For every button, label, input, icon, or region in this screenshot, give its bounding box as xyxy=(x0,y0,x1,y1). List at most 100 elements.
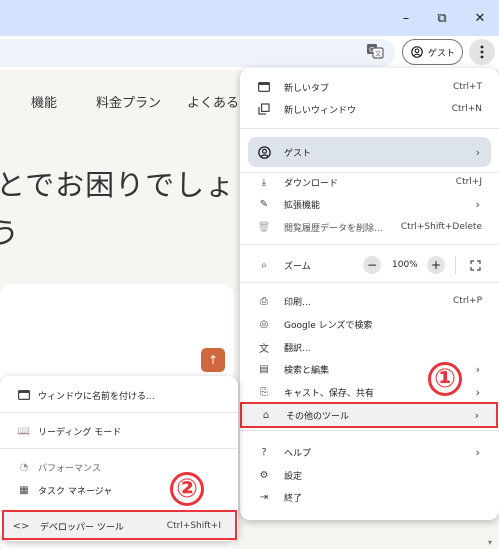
account-icon xyxy=(257,145,271,159)
reading-mode-label: リーディング モード xyxy=(38,427,122,438)
browser-toolbar: G 文 ゲスト xyxy=(0,36,499,70)
menu-button[interactable] xyxy=(469,39,495,65)
menu-item-downloads[interactable]: ⤓ ダウンロード Ctrl+J xyxy=(240,171,499,193)
chevron-right-icon: › xyxy=(475,145,480,159)
devtools-label: デベロッパー ツール xyxy=(40,522,124,533)
step-badge-1: ① xyxy=(428,362,462,396)
downloads-shortcut: Ctrl+J xyxy=(455,177,482,187)
chevron-right-icon: › xyxy=(474,408,479,422)
download-icon: ⤓ xyxy=(261,176,267,188)
devtools-shortcut: Ctrl+Shift+I xyxy=(166,521,221,531)
restore-button[interactable]: ⧉ xyxy=(428,6,456,30)
chevron-right-icon: › xyxy=(475,362,480,376)
book-icon: 📖 xyxy=(17,425,31,437)
fullscreen-button[interactable] xyxy=(466,256,484,274)
menu-item-settings[interactable]: ⚙ 設定 xyxy=(240,464,499,486)
menu-divider xyxy=(240,128,499,129)
submenu-item-devtools[interactable]: <> デベロッパー ツール Ctrl+Shift+I xyxy=(4,515,235,537)
chrome-menu: 新しいタブ Ctrl+T 新しいウィンドウ Ctrl+N ゲスト › ⤓ ダウン… xyxy=(240,68,499,520)
svg-text:G: G xyxy=(369,46,374,54)
translate-icon[interactable]: G 文 xyxy=(366,42,384,60)
minimize-button[interactable]: – xyxy=(392,6,420,30)
menu-item-new-window[interactable]: 新しいウィンドウ Ctrl+N xyxy=(240,98,499,120)
menu-item-help[interactable]: ? ヘルプ › xyxy=(240,441,499,463)
menu-divider xyxy=(240,282,499,283)
task-manager-icon: ▦ xyxy=(19,484,29,496)
toolbox-icon: ⌂ xyxy=(262,409,270,421)
cast-save-share-label: キャスト、保存、共有 xyxy=(284,388,374,399)
menu-item-guest[interactable]: ゲスト › xyxy=(240,141,499,163)
window-icon xyxy=(17,388,31,402)
menu-item-exit[interactable]: ⇥ 終了 xyxy=(240,486,499,508)
help-label: ヘルプ xyxy=(284,448,312,459)
menu-divider xyxy=(240,244,499,245)
settings-label: 設定 xyxy=(284,471,303,482)
menu-item-translate[interactable]: 文 翻訳... xyxy=(240,336,499,358)
gear-icon: ⚙ xyxy=(259,469,269,481)
speedometer-icon: ◔ xyxy=(19,461,29,473)
trash-icon: 🗑 xyxy=(257,221,271,233)
lens-icon: ◎ xyxy=(259,318,269,330)
zoom-icon: ⌕ xyxy=(261,259,267,271)
title-bar: – ⧉ ✕ xyxy=(0,0,499,36)
menu-item-google-lens[interactable]: ◎ Google レンズで検索 xyxy=(240,313,499,335)
arrow-up-icon: ↑ xyxy=(207,353,219,367)
zoom-divider xyxy=(455,256,456,274)
nav-pricing[interactable]: 料金プラン xyxy=(96,92,161,111)
menu-item-zoom: ⌕ ズーム − 100% + xyxy=(240,254,499,276)
new-window-icon xyxy=(257,102,271,116)
google-lens-label: Google レンズで検索 xyxy=(284,320,373,331)
zoom-in-button[interactable]: + xyxy=(427,256,445,274)
profile-button[interactable]: ゲスト xyxy=(402,39,463,65)
search-edit-label: 検索と編集 xyxy=(284,365,330,376)
new-tab-icon xyxy=(257,80,271,94)
print-shortcut: Ctrl+P xyxy=(453,296,482,306)
menu-item-new-tab[interactable]: 新しいタブ Ctrl+T xyxy=(240,76,499,98)
step-badge-2: ② xyxy=(170,472,204,506)
plus-icon: + xyxy=(430,258,442,272)
zoom-out-button[interactable]: − xyxy=(363,256,381,274)
downloads-label: ダウンロード xyxy=(284,178,339,189)
devtools-highlight[interactable]: <> デベロッパー ツール Ctrl+Shift+I xyxy=(2,510,237,540)
zoom-label: ズーム xyxy=(284,261,311,272)
name-window-label: ウィンドウに名前を付ける... xyxy=(38,391,155,402)
code-icon: <> xyxy=(12,520,30,532)
submenu-item-reading-mode[interactable]: 📖 リーディング モード xyxy=(0,420,238,442)
submenu-item-name-window[interactable]: ウィンドウに名前を付ける... xyxy=(0,384,238,406)
account-icon xyxy=(411,46,423,58)
hero-heading-line2: う xyxy=(0,216,20,250)
svg-text:文: 文 xyxy=(375,50,381,58)
print-icon: ⎙ xyxy=(260,295,268,307)
puzzle-icon: ✎ xyxy=(259,198,269,210)
menu-item-print[interactable]: ⎙ 印刷... Ctrl+P xyxy=(240,290,499,312)
restore-icon: ⧉ xyxy=(437,10,447,26)
menu-item-clear-data[interactable]: 🗑 閲覧履歴データを削除... Ctrl+Shift+Delete xyxy=(240,216,499,238)
more-vert-icon xyxy=(480,45,484,59)
more-tools-highlight[interactable]: ⌂ その他のツール › xyxy=(240,402,498,428)
clear-data-shortcut: Ctrl+Shift+Delete xyxy=(400,222,482,232)
scroll-top-button[interactable]: ↑ xyxy=(201,348,225,372)
menu-divider xyxy=(0,412,238,413)
close-button[interactable]: ✕ xyxy=(466,6,494,30)
menu-item-extensions[interactable]: ✎ 拡張機能 › xyxy=(240,193,499,215)
exit-label: 終了 xyxy=(284,493,303,504)
exit-icon: ⇥ xyxy=(259,491,269,503)
nav-features[interactable]: 機能 xyxy=(31,92,57,111)
chevron-right-icon: › xyxy=(475,385,480,399)
task-manager-label: タスク マネージャ xyxy=(38,486,113,497)
extensions-label: 拡張機能 xyxy=(284,200,321,211)
zoom-value: 100% xyxy=(392,260,418,270)
menu-divider xyxy=(0,448,238,449)
menu-item-more-tools[interactable]: ⌂ その他のツール › xyxy=(242,404,496,426)
scroll-down-icon[interactable]: ▾ xyxy=(488,538,492,547)
translate-label: 翻訳... xyxy=(284,343,311,354)
submenu-item-performance[interactable]: ◔ パフォーマンス xyxy=(0,456,238,478)
fullscreen-icon xyxy=(469,259,481,271)
hero-heading-line1: とでお困りでしょ xyxy=(0,168,236,202)
new-tab-shortcut: Ctrl+T xyxy=(452,82,482,92)
performance-label: パフォーマンス xyxy=(38,463,101,474)
address-bar[interactable] xyxy=(0,39,395,67)
profile-label: ゲスト xyxy=(428,48,456,59)
help-icon: ? xyxy=(261,446,267,458)
new-window-label: 新しいウィンドウ xyxy=(284,105,357,116)
